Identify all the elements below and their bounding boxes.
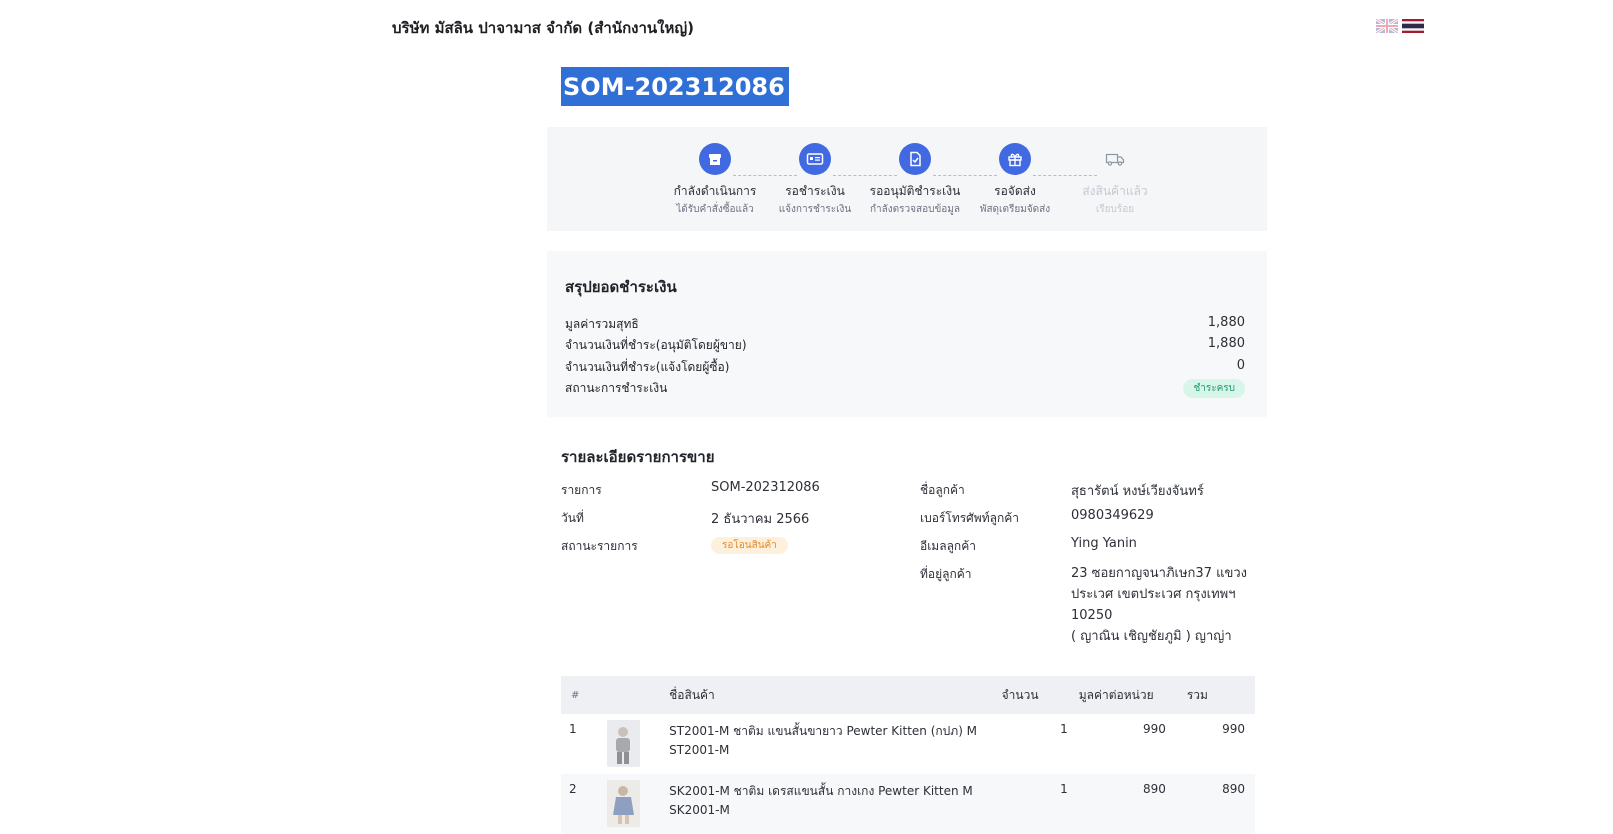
customer-address-label: ที่อยู่ลูกค้า — [920, 567, 972, 581]
summary-label: จำนวนเงินที่ชำระ(อนุมัติโดยผู้ขาย) — [565, 338, 747, 352]
customer-name-value: สุธารัตน์ หงษ์เวียงจันทร์ — [1071, 484, 1204, 499]
summary-row: จำนวนเงินที่ชำระ(แจ้งโดยผู้ซื้อ) 0 — [565, 358, 1245, 377]
address-contact-line: ( ญาณิน เชิญชัยภูมิ ) ญาญ่า — [1071, 629, 1232, 644]
product-name-cell: ST2001-M ชาติม แขนสั้นขายาว Pewter Kitte… — [668, 714, 1000, 774]
order-label: รายการ — [561, 483, 602, 497]
document-check-icon — [899, 143, 931, 175]
order-status-label: สถานะรายการ — [561, 539, 638, 553]
product-image[interactable] — [607, 780, 641, 827]
customer-email-value: Ying Yanin — [1071, 536, 1137, 551]
summary-row: สถานะการชำระเงิน ชำระครบ — [565, 379, 1245, 398]
header-product-name: ชื่อสินค้า — [669, 687, 715, 702]
date-value: 2 ธันวาคม 2566 — [711, 512, 810, 527]
step-sublabel: ได้รับคำสั่งซื้อแล้ว — [676, 204, 754, 215]
unit-price-cell: 890 — [1142, 782, 1166, 796]
step-awaiting-payment: รอชำระเงิน แจ้งการชำระเงิน — [765, 143, 865, 217]
gift-box-icon — [999, 143, 1031, 175]
step-label: รอจัดส่ง — [994, 184, 1036, 198]
step-sublabel: กำลังตรวจสอบข้อมูล — [869, 204, 961, 215]
product-thumbnail — [606, 714, 668, 774]
box-icon — [699, 143, 731, 175]
product-image[interactable] — [607, 720, 641, 767]
step-label: ส่งสินค้าแล้ว — [1082, 184, 1148, 198]
header-total: รวม — [1186, 687, 1208, 702]
payment-summary-title: สรุปยอดชำระเงิน — [565, 278, 677, 296]
payment-status-badge: ชำระครบ — [1183, 379, 1245, 398]
product-thumbnail — [606, 774, 668, 834]
order-progress-card: กำลังดำเนินการ ได้รับคำสั่งซื้อแล้ว รอชำ… — [547, 127, 1267, 231]
header-unit-price: มูลค่าต่อหน่วย — [1078, 687, 1154, 702]
product-sku: SK2001-M — [669, 803, 730, 817]
step-awaiting-shipment: รอจัดส่ง พัสดุเตรียมจัดส่ง — [965, 143, 1065, 217]
customer-phone-value: 0980349629 — [1071, 508, 1154, 523]
summary-row: มูลค่ารวมสุทธิ 1,880 — [565, 315, 1245, 334]
product-sku: ST2001-M — [669, 743, 730, 757]
date-label: วันที่ — [561, 511, 584, 525]
step-sublabel: แจ้งการชำระเงิน — [778, 204, 852, 215]
order-status-badge: รอโอนสินค้า — [711, 537, 788, 554]
sale-details-title: รายละเอียดรายการขาย — [561, 448, 715, 466]
unit-price-cell: 990 — [1142, 722, 1166, 736]
step-label: กำลังดำเนินการ — [673, 184, 757, 198]
order-value: SOM-202312086 — [711, 480, 820, 495]
summary-label: มูลค่ารวมสุทธิ — [565, 317, 639, 331]
step-label: รออนุมัติชำระเงิน — [869, 184, 961, 198]
product-name: ST2001-M ชาติม แขนสั้นขายาว Pewter Kitte… — [669, 724, 978, 738]
customer-name-label: ชื่อลูกค้า — [920, 483, 965, 497]
header-number: # — [571, 689, 580, 701]
step-processing: กำลังดำเนินการ ได้รับคำสั่งซื้อแล้ว — [665, 143, 765, 217]
payment-summary-card: สรุปยอดชำระเงิน มูลค่ารวมสุทธิ 1,880 จำน… — [547, 251, 1267, 417]
row-number: 1 — [569, 722, 577, 736]
step-sublabel: เรียบร้อย — [1095, 204, 1135, 215]
address-line: 23 ซอยกาญจนาภิเษก37 แขวง ประเวศ เขตประเว… — [1071, 566, 1248, 623]
customer-phone-label: เบอร์โทรศัพท์ลูกค้า — [920, 511, 1019, 525]
payment-status-label: สถานะการชำระเงิน — [565, 381, 668, 395]
table-row: 2 SK2001-M ชาติม เดรสแขนสั้น กางเกง Pewt… — [561, 774, 1255, 834]
payment-card-icon — [799, 143, 831, 175]
step-sublabel: พัสดุเตรียมจัดส่ง — [979, 204, 1051, 215]
summary-value: 1,880 — [1207, 315, 1245, 330]
truck-icon — [1099, 143, 1131, 175]
row-number: 2 — [569, 782, 577, 796]
step-shipped: ส่งสินค้าแล้ว เรียบร้อย — [1065, 143, 1165, 217]
table-row: 1 ST2001-M ชาติม แขนสั้นขายาว Pewter Kit… — [561, 714, 1255, 774]
items-table: # ชื่อสินค้า จำนวน มูลค่าต่อหน่วย รวม 1 … — [561, 676, 1255, 834]
header-quantity: จำนวน — [1001, 687, 1039, 702]
product-name-cell: SK2001-M ชาติม เดรสแขนสั้น กางเกง Pewter… — [668, 774, 1000, 834]
summary-value: 0 — [1236, 358, 1245, 373]
language-switcher — [1376, 19, 1424, 33]
step-label: รอชำระเงิน — [785, 184, 845, 198]
table-header-row: # ชื่อสินค้า จำนวน มูลค่าต่อหน่วย รวม — [561, 676, 1255, 714]
summary-row: จำนวนเงินที่ชำระ(อนุมัติโดยผู้ขาย) 1,880 — [565, 336, 1245, 355]
quantity-cell: 1 — [1060, 722, 1068, 736]
total-cell: 990 — [1222, 722, 1245, 736]
summary-value: 1,880 — [1207, 336, 1245, 351]
order-number-title: SOM-202312086 — [561, 67, 789, 106]
order-progress-stepper: กำลังดำเนินการ ได้รับคำสั่งซื้อแล้ว รอชำ… — [665, 143, 1165, 223]
total-cell: 890 — [1222, 782, 1245, 796]
customer-email-label: อีเมลลูกค้า — [920, 539, 976, 553]
order-status-value: รอโอนสินค้า — [711, 537, 788, 554]
company-name: บริษัท มัสลิน ปาจามาส จำกัด (สำนักงานใหญ… — [392, 19, 695, 37]
summary-label: จำนวนเงินที่ชำระ(แจ้งโดยผู้ซื้อ) — [565, 360, 730, 374]
step-awaiting-approval: รออนุมัติชำระเงิน กำลังตรวจสอบข้อมูล — [865, 143, 965, 217]
customer-address-value: 23 ซอยกาญจนาภิเษก37 แขวง ประเวศ เขตประเว… — [1071, 563, 1261, 647]
product-name: SK2001-M ชาติม เดรสแขนสั้น กางเกง Pewter… — [669, 784, 973, 798]
header-image — [606, 676, 668, 714]
thai-flag-icon[interactable] — [1402, 19, 1424, 33]
quantity-cell: 1 — [1060, 782, 1068, 796]
uk-flag-icon[interactable] — [1376, 19, 1398, 33]
